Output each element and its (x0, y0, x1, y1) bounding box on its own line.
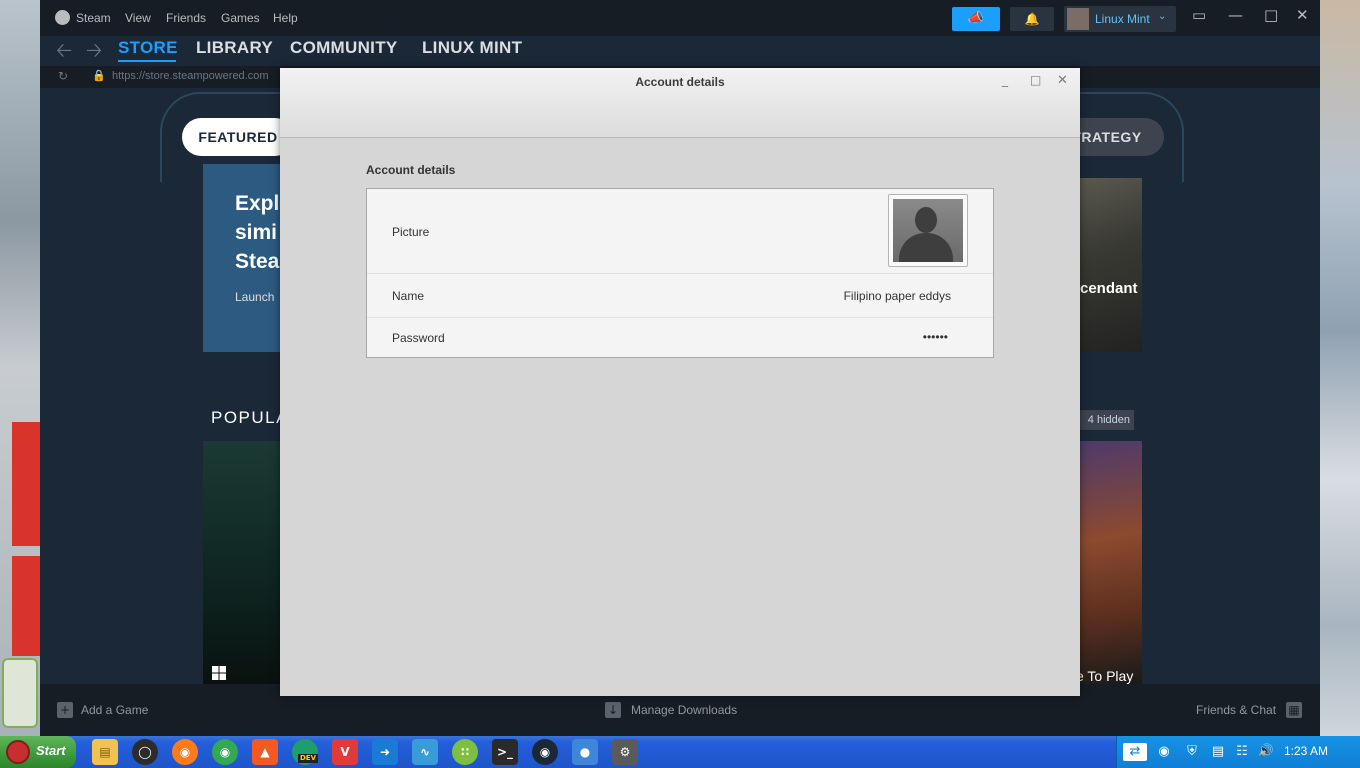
maximize-icon[interactable]: □ (1030, 73, 1041, 87)
settings-gear-icon[interactable]: ⚙ (612, 739, 638, 765)
name-row[interactable]: Name Filipino paper eddys (367, 274, 993, 318)
volume-icon[interactable]: 🔊 (1257, 743, 1275, 761)
steam-logo-icon (55, 10, 70, 25)
hero-game-image[interactable] (1080, 178, 1142, 352)
menu-steam[interactable]: Steam (76, 11, 111, 25)
avatar (1067, 8, 1089, 30)
plus-icon: + (57, 702, 73, 718)
flowblade-icon[interactable]: ➜ (372, 739, 398, 765)
network-icon[interactable]: ☷ (1233, 743, 1251, 761)
steam-titlebar: Steam View Friends Games Help 📣 🔔 Linux … (40, 0, 1320, 36)
taskbar: Start ▤ ◯ ◉ ◉ ▲ DEV V ➜ ∿ ∷ >_ ◉ ● ⚙ ⇄ ◉… (0, 736, 1360, 768)
dialog-title: Account details (635, 75, 725, 89)
menu-help[interactable]: Help (273, 11, 298, 25)
hero-line: simi (235, 221, 278, 244)
brave-icon[interactable]: ▲ (252, 739, 278, 765)
megaphone-icon: 📣 (967, 11, 985, 26)
download-icon: ↓ (605, 702, 621, 718)
obs-icon[interactable]: ◯ (132, 739, 158, 765)
picture-button[interactable] (888, 194, 968, 267)
announcements-button[interactable]: 📣 (952, 7, 1000, 31)
start-button[interactable]: Start (0, 736, 76, 768)
password-row[interactable]: Password •••••• (367, 318, 993, 357)
friends-icon[interactable]: ▦ (1286, 702, 1302, 718)
user-silhouette-icon (893, 199, 963, 262)
minimize-icon[interactable]: — (1228, 6, 1243, 24)
bell-icon: 🔔 (1024, 12, 1040, 26)
picture-row: Picture (367, 189, 993, 274)
system-monitor-icon[interactable]: ∿ (412, 739, 438, 765)
game-card[interactable] (203, 441, 283, 684)
add-game-button[interactable]: Add a Game (81, 703, 148, 717)
url-text[interactable]: https://store.steampowered.com (112, 70, 269, 82)
desktop-background-left (0, 0, 40, 736)
password-value[interactable]: •••••• (923, 330, 948, 344)
hero-banner[interactable]: Expl simi Stea Launch (203, 164, 283, 352)
chevron-down-icon: ⌄ (1158, 11, 1167, 22)
chrome-icon[interactable]: ◉ (212, 739, 238, 765)
start-label: Start (36, 743, 66, 758)
featured-tab-pill[interactable]: FEATURED (182, 118, 294, 156)
game-card[interactable] (1080, 441, 1142, 684)
big-picture-icon[interactable]: ▭ (1192, 6, 1206, 24)
clipboard-icon[interactable]: ▤ (1209, 743, 1227, 761)
tab-library[interactable]: LIBRARY (196, 38, 273, 58)
users-icon[interactable]: ● (572, 739, 598, 765)
minimize-icon[interactable]: _ (1002, 73, 1008, 87)
account-details-dialog: Account details _ □ ✕ Account details Pi… (280, 68, 1080, 696)
windows-logo-icon (212, 666, 226, 680)
section-heading: Account details (366, 163, 456, 177)
dialog-titlebar[interactable]: Account details _ □ ✕ (280, 68, 1080, 138)
name-label: Name (392, 289, 425, 303)
steam-nav: 🡠 🡢 STORE LIBRARY COMMUNITY LINUX MINT (40, 36, 1320, 64)
game-card-caption: e To Play (1076, 668, 1134, 684)
menu-friends[interactable]: Friends (166, 11, 206, 25)
steam-tray-icon[interactable]: ◉ (1155, 743, 1173, 761)
tab-linux-mint[interactable]: LINUX MINT (422, 38, 522, 58)
user-name: Linux Mint (1095, 12, 1150, 26)
mint-logo-icon (2, 658, 38, 728)
start-orb-icon (6, 740, 30, 764)
name-value[interactable]: Filipino paper eddys (844, 289, 951, 303)
calculator-icon[interactable]: ∷ (452, 739, 478, 765)
hidden-count-badge[interactable]: 4 hidden (1078, 410, 1134, 430)
lock-icon: 🔒 (92, 69, 106, 82)
menu-games[interactable]: Games (221, 11, 260, 25)
close-icon[interactable]: ✕ (1057, 73, 1068, 88)
close-icon[interactable]: ✕ (1296, 6, 1309, 24)
firefox-icon[interactable]: ◉ (172, 739, 198, 765)
tab-community[interactable]: COMMUNITY (290, 38, 398, 58)
desktop-background-right (1320, 0, 1360, 736)
hero-game-title: cendant (1080, 280, 1138, 297)
hero-sub-link[interactable]: Launch (235, 290, 274, 304)
reload-icon[interactable]: ↻ (58, 69, 68, 83)
hero-line: Expl (235, 192, 280, 215)
edge-dev-icon[interactable]: DEV (292, 739, 319, 765)
vivaldi-icon[interactable]: V (332, 739, 358, 765)
shield-icon[interactable]: ⛨ (1183, 743, 1201, 761)
back-arrow-icon[interactable]: 🡠 (56, 36, 72, 70)
menu-view[interactable]: View (125, 11, 151, 25)
notifications-button[interactable]: 🔔 (1010, 7, 1054, 31)
steam-icon[interactable]: ◉ (532, 739, 558, 765)
user-menu-button[interactable]: Linux Mint ⌄ (1064, 6, 1176, 32)
picture-label: Picture (392, 225, 430, 239)
desktop-wallpaper-red-block (12, 422, 40, 546)
password-label: Password (392, 331, 445, 345)
section-heading-popular: POPULA (211, 408, 289, 427)
forward-arrow-icon[interactable]: 🡢 (86, 36, 102, 70)
tab-store[interactable]: STORE (118, 38, 178, 58)
files-icon[interactable]: ▤ (92, 739, 118, 765)
workspace-switcher-icon[interactable]: ⇄ (1123, 743, 1147, 761)
friends-chat-button[interactable]: Friends & Chat (1196, 703, 1276, 717)
maximize-icon[interactable]: □ (1264, 6, 1278, 24)
manage-downloads-button[interactable]: Manage Downloads (631, 703, 737, 717)
desktop-wallpaper-red-block (12, 556, 40, 656)
clock[interactable]: 1:23 AM (1284, 744, 1328, 758)
hero-line: Stea (235, 250, 280, 273)
dev-badge: DEV (298, 754, 319, 763)
active-tab-indicator (118, 60, 176, 62)
account-details-list: Picture Name Filipino paper eddys Passwo… (366, 188, 994, 358)
terminal-icon[interactable]: >_ (492, 739, 518, 765)
